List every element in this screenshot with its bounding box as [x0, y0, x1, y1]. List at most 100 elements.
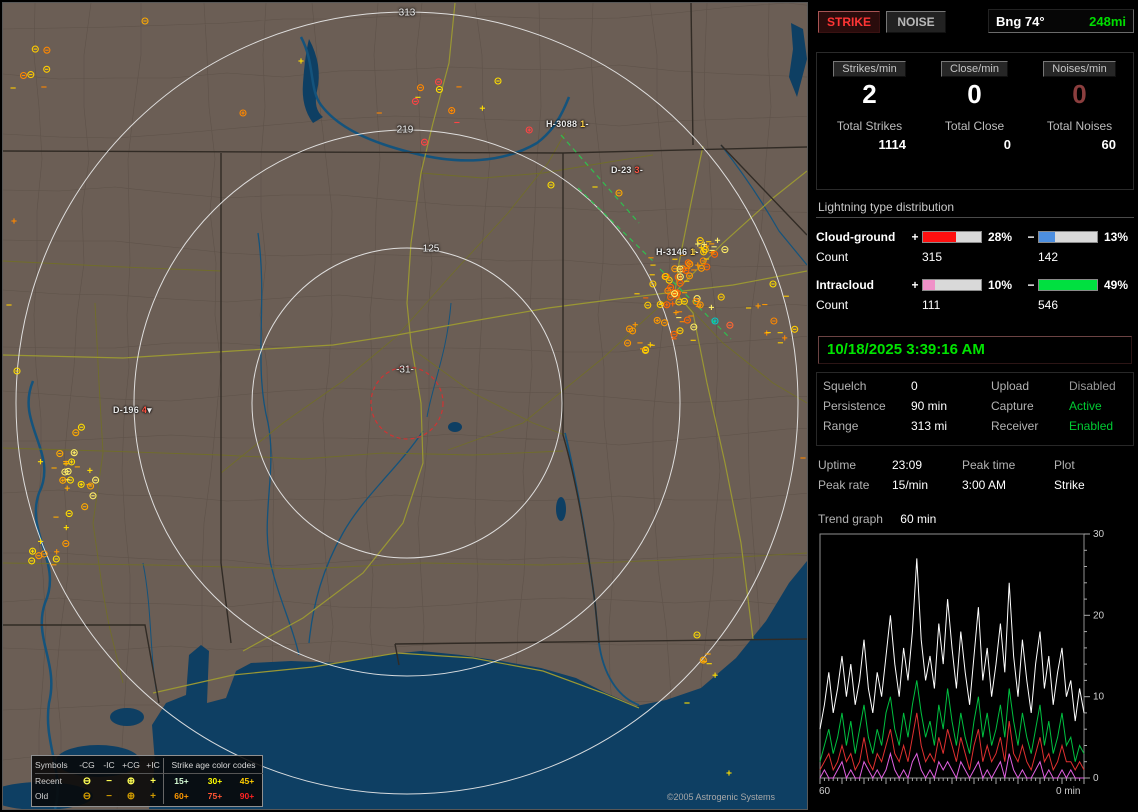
counter-button-close-min[interactable]: Close/min — [941, 61, 1008, 77]
counter-column: Noises/min — [1027, 61, 1132, 77]
copyright-text: ©2005 Astrogenic Systems — [666, 792, 775, 802]
status-value-receiver: Enabled — [1069, 419, 1114, 433]
plot-value: Strike — [1054, 478, 1085, 492]
range-ring-label: 313 — [398, 7, 416, 19]
counter-button-noises-min[interactable]: Noises/min — [1043, 61, 1116, 77]
plus-count: 315 — [922, 250, 943, 264]
uptime-label: Uptime — [818, 458, 857, 472]
total-value: 0 — [1003, 137, 1011, 152]
storm-cell-label-part: - — [639, 165, 644, 175]
legend-symbols-header: Symbols — [35, 758, 75, 774]
counter-value: 0 — [1072, 79, 1087, 109]
app-window: 313 219 125 -31- H-3088 1- D-23 3- H-3146 1- D-… — [0, 0, 1138, 812]
distribution-row: Intracloud +10% − 49% — [816, 275, 1134, 295]
status-label-upload: Upload — [991, 379, 1030, 393]
minus-count: 546 — [1038, 298, 1059, 312]
legend-col-header: -IC — [99, 758, 119, 774]
trend-graph-label: Trend graph — [818, 512, 883, 526]
range-ring-label: 219 — [396, 124, 414, 136]
minus-percent: 13% — [1104, 230, 1129, 244]
minus-sign: − — [1027, 278, 1035, 292]
peak-rate-label: Peak rate — [818, 478, 870, 492]
svg-text:20: 20 — [1093, 610, 1105, 621]
trend-window-value: 60 min — [900, 512, 937, 526]
minus-count: 142 — [1038, 250, 1059, 264]
svg-text:60: 60 — [819, 786, 831, 797]
legend-symbol--cg: ⊖ — [82, 776, 92, 787]
total-value: 1114 — [878, 137, 907, 152]
status-label-capture: Capture — [991, 399, 1034, 413]
peak-time-label: Peak time — [962, 458, 1016, 472]
legend-age-code: 45+ — [239, 776, 255, 786]
status-value-persistence: 90 min — [911, 399, 948, 413]
status-value-upload: Disabled — [1069, 379, 1116, 393]
counter-column: Close/min — [922, 61, 1027, 77]
bearing-value: Bng 74° — [996, 13, 1045, 29]
distribution-bar — [1038, 279, 1098, 291]
plus-sign: + — [911, 278, 919, 292]
legend-symbol-+ic: + — [150, 776, 156, 787]
legend-age-code: 30+ — [207, 776, 223, 786]
count-label: Count — [816, 298, 849, 312]
legend-symbol-+cg: ⊕ — [126, 791, 136, 802]
distribution-type-label: Intracloud — [816, 278, 875, 292]
total-label: Total Noises — [1046, 119, 1113, 133]
legend-col-header: -CG — [75, 758, 99, 774]
datetime-display: 10/18/2025 3:39:16 AM — [818, 336, 1132, 364]
distribution-bar-fill — [923, 280, 935, 290]
svg-text:30: 30 — [1093, 530, 1105, 540]
trend-graph: 0 10 20 30 60 0 min — [819, 530, 1105, 797]
distribution-section: Lightning type distribution Cloud-ground… — [816, 196, 1134, 332]
plus-count: 111 — [922, 298, 941, 312]
distribution-bar — [922, 231, 982, 243]
distribution-title: Lightning type distribution — [816, 196, 1134, 218]
legend-row-label: Recent — [35, 776, 62, 786]
peak-rate-value: 15/min — [892, 478, 929, 492]
total-value: 60 — [1101, 137, 1116, 152]
lightning-map[interactable]: 313 219 125 -31- H-3088 1- D-23 3- H-3146 1- D-… — [2, 2, 808, 810]
plot-label: Plot — [1054, 458, 1075, 472]
svg-text:0: 0 — [1093, 773, 1099, 784]
status-value-capture: Active — [1069, 399, 1102, 413]
uptime-value: 23:09 — [892, 458, 923, 472]
storm-cell-label-part: - — [695, 247, 699, 257]
control-panel: STRIKE NOISE Bng 74° 248mi Strikes/min Cl… — [812, 0, 1138, 812]
legend-age-header: Strike age color codes — [163, 758, 263, 774]
legend-age-code: 75+ — [207, 791, 223, 801]
status-value-squelch: 0 — [911, 379, 918, 393]
distribution-bar-fill — [1039, 232, 1055, 242]
storm-cell-label-part: D-23 — [611, 165, 635, 175]
legend-age-code: 90+ — [239, 791, 255, 801]
status-label-squelch: Squelch — [823, 379, 867, 393]
distribution-row: Cloud-ground +28% − 13% — [816, 227, 1134, 247]
noise-mode-button[interactable]: NOISE — [886, 11, 946, 33]
mode-button-row: STRIKE NOISE Bng 74° 248mi — [818, 9, 1134, 35]
legend-col-header: +IC — [143, 758, 163, 774]
range-ring-label: -31- — [396, 364, 414, 376]
peak-time-value: 3:00 AM — [962, 478, 1007, 492]
strike-mode-button[interactable]: STRIKE — [818, 11, 880, 33]
total-label: Total Close — [944, 119, 1005, 133]
counter-button-strikes-min[interactable]: Strikes/min — [833, 61, 906, 77]
distribution-count-row: Count 111 546 — [816, 295, 1134, 315]
range-ring-label: 125 — [422, 243, 440, 255]
counters-section: Strikes/min Close/min Noises/min 2 0 0 Total… — [816, 52, 1134, 190]
storm-cell-label: H-3146 1- — [656, 247, 699, 257]
legend-symbol-+cg: ⊕ — [126, 776, 136, 787]
stats-grid: Uptime 23:09 Peak time Plot Peak rate 15… — [816, 456, 1134, 500]
storm-cell-label: D-196 4▾ — [113, 405, 152, 416]
plus-percent: 28% — [988, 230, 1013, 244]
status-label-persistence: Persistence — [823, 399, 886, 413]
distribution-count-row: Count 315 142 — [816, 247, 1134, 267]
distribution-bar-fill — [923, 232, 957, 242]
trend-graph-header: Trend graph 60 min — [818, 512, 1134, 526]
status-label-range: Range — [823, 419, 859, 433]
storm-cell-label-part: H-3146 — [656, 247, 691, 257]
storm-cell-label: D-23 3- — [611, 165, 643, 175]
minus-sign: − — [1027, 230, 1035, 244]
legend-row-label: Old — [35, 791, 49, 801]
counter-value: 2 — [862, 79, 877, 109]
legend-symbol--ic: − — [106, 776, 112, 787]
svg-text:10: 10 — [1093, 692, 1105, 703]
status-value-range: 313 mi — [911, 419, 948, 433]
